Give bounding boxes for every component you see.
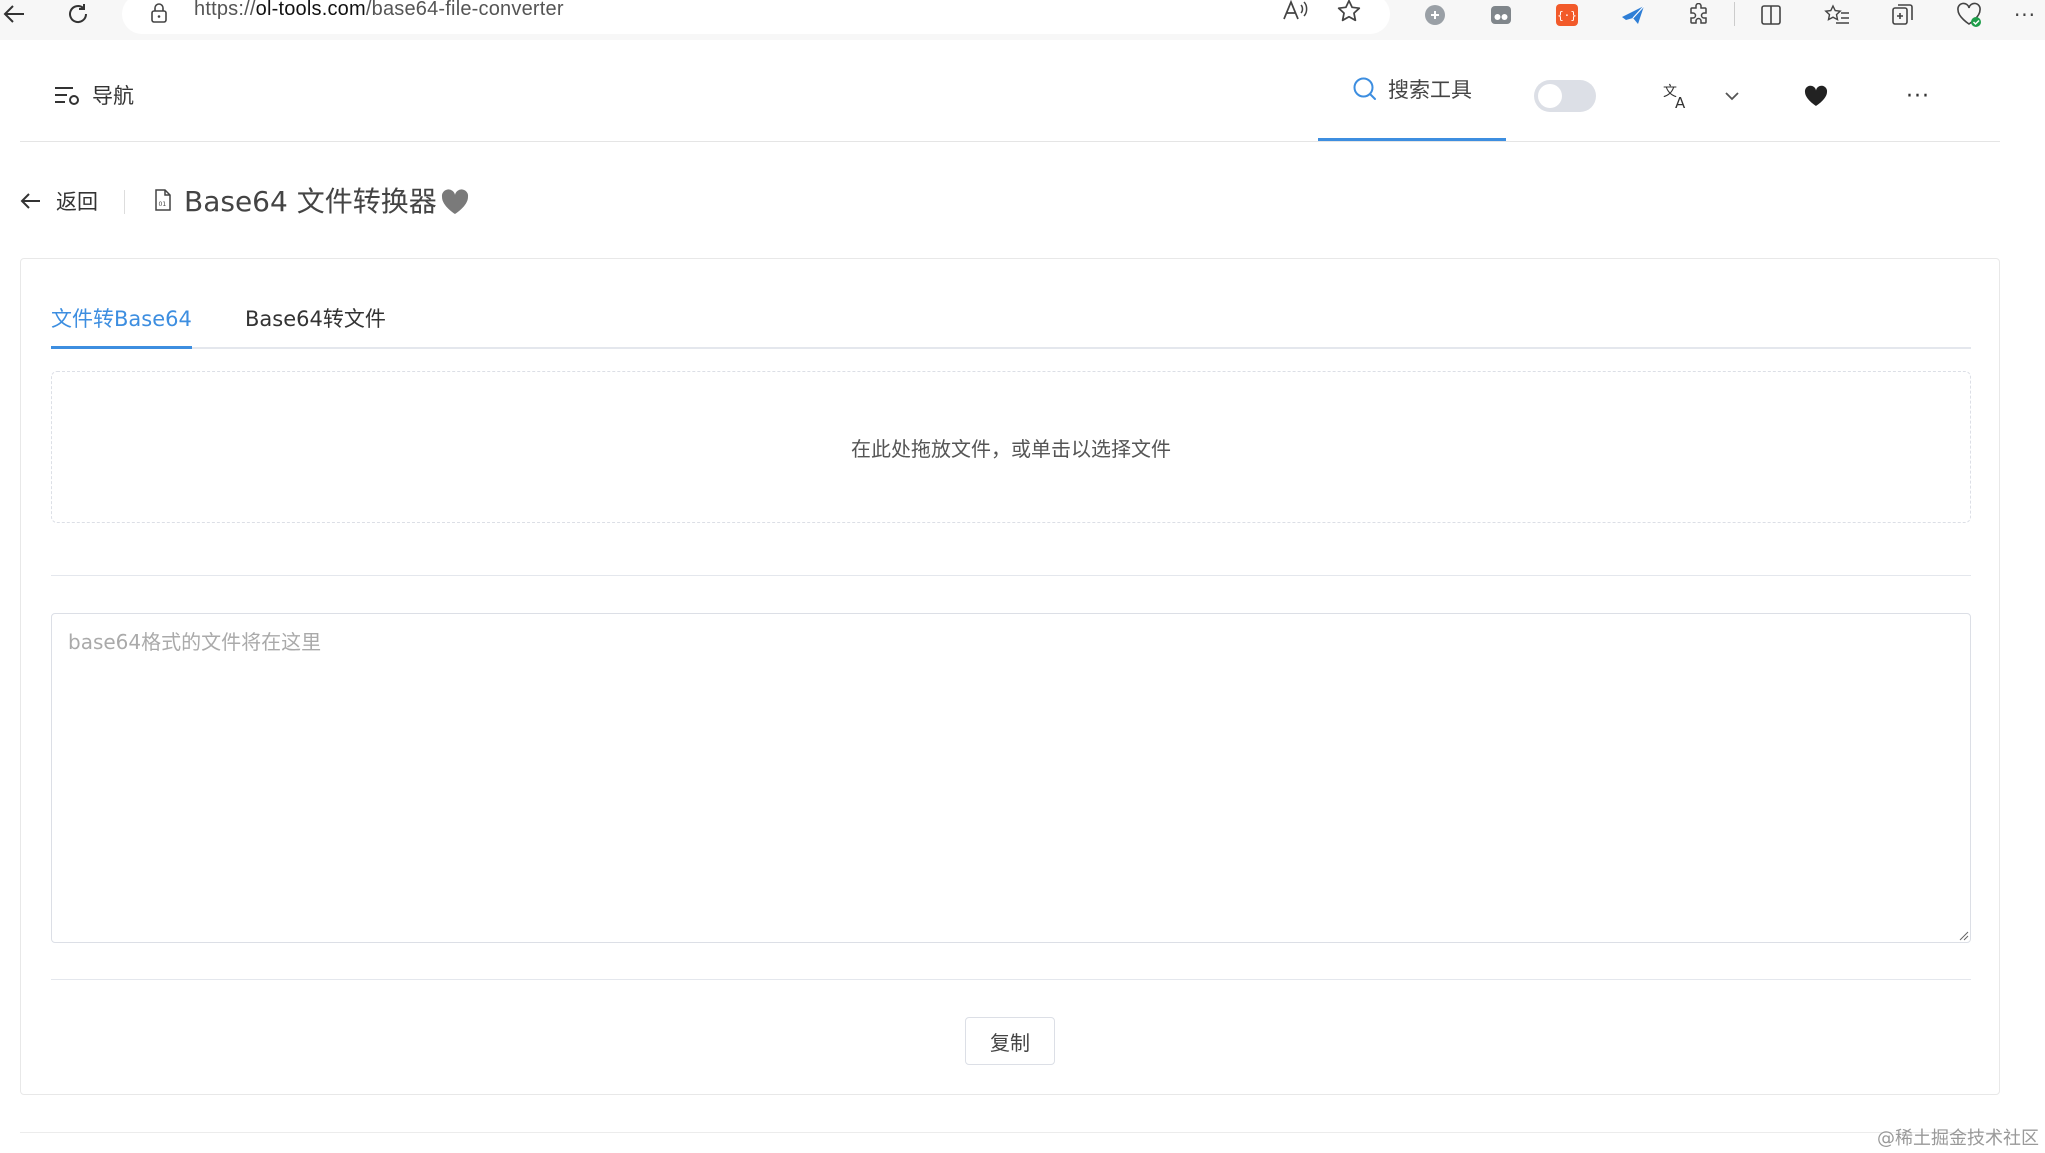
extension-circle-icon[interactable] — [1420, 0, 1450, 30]
copy-button[interactable]: 复制 — [965, 1017, 1055, 1065]
document-icon: 01 — [155, 189, 171, 211]
reload-icon[interactable] — [64, 0, 92, 28]
svg-text:A: A — [1675, 94, 1686, 110]
back-arrow-icon[interactable] — [0, 0, 28, 28]
svg-text:{·}: {·} — [1557, 9, 1577, 22]
extensions-puzzle-icon[interactable] — [1684, 0, 1714, 30]
converter-card: 文件转Base64 Base64转文件 在此处拖放文件，或单击以选择文件 复制 — [20, 258, 2000, 1095]
watermark-text: @稀土掘金技术社区 — [1877, 1128, 2039, 1149]
page-title-text: Base64 文件转换器 — [184, 185, 437, 218]
arrow-left-icon — [20, 193, 40, 209]
title-divider — [124, 190, 125, 214]
url-domain: ol-tools.com — [255, 0, 366, 20]
browser-essentials-icon[interactable] — [1954, 0, 1984, 30]
favorite-star-icon[interactable] — [1334, 0, 1364, 26]
url-scheme: https:// — [194, 0, 256, 20]
more-options-icon[interactable]: ··· — [1898, 78, 1938, 114]
search-label: 搜索工具 — [1388, 78, 1472, 102]
chevron-down-icon[interactable] — [1720, 78, 1744, 114]
heart-icon[interactable] — [440, 188, 470, 216]
read-aloud-icon[interactable] — [1280, 0, 1310, 26]
url-path: /base64-file-converter — [365, 0, 564, 20]
url-text[interactable]: https://ol-tools.com/base64-file-convert… — [194, 0, 564, 21]
search-icon — [1353, 77, 1376, 100]
nav-label: 导航 — [92, 84, 134, 108]
browser-toolbar: https://ol-tools.com/base64-file-convert… — [0, 0, 2045, 40]
search-tools-button[interactable]: 搜索工具 — [1318, 40, 1506, 141]
lock-icon[interactable] — [150, 2, 168, 24]
app-header: 导航 搜索工具 文 A ··· — [20, 40, 2000, 142]
browser-more-icon[interactable]: ··· — [2010, 0, 2040, 30]
footer-divider — [20, 1132, 2000, 1133]
menu-icon — [55, 87, 79, 105]
nav-toggle-button[interactable]: 导航 — [54, 80, 134, 110]
toolbar-divider — [1734, 2, 1735, 26]
section-divider — [51, 575, 1971, 576]
tab-bar: 文件转Base64 Base64转文件 — [51, 303, 1971, 349]
file-dropzone[interactable]: 在此处拖放文件，或单击以选择文件 — [51, 371, 1971, 523]
tab-base64-to-file[interactable]: Base64转文件 — [245, 303, 386, 349]
theme-toggle[interactable] — [1534, 80, 1596, 112]
favorites-heart-icon[interactable] — [1800, 78, 1832, 114]
section-divider — [51, 979, 1971, 980]
favorites-list-icon[interactable] — [1822, 0, 1852, 30]
resize-handle-icon[interactable] — [1959, 931, 1969, 941]
translate-icon[interactable]: 文 A — [1660, 78, 1692, 114]
tab-file-to-base64[interactable]: 文件转Base64 — [51, 303, 192, 349]
base64-output-textarea[interactable] — [51, 613, 1971, 943]
toggle-knob — [1538, 84, 1562, 108]
back-label: 返回 — [56, 190, 98, 214]
extension-json-icon[interactable]: {·} — [1552, 0, 1582, 30]
extension-plane-icon[interactable] — [1618, 0, 1648, 30]
page-title: 01 Base64 文件转换器 — [154, 180, 437, 220]
back-button[interactable]: 返回 — [20, 186, 98, 216]
address-bar[interactable]: https://ol-tools.com/base64-file-convert… — [122, 0, 1390, 34]
svg-text:01: 01 — [159, 201, 167, 208]
split-screen-icon[interactable] — [1756, 0, 1786, 30]
collections-icon[interactable] — [1888, 0, 1918, 30]
extension-grid-icon[interactable] — [1486, 0, 1516, 30]
dropzone-text: 在此处拖放文件，或单击以选择文件 — [851, 436, 1171, 461]
